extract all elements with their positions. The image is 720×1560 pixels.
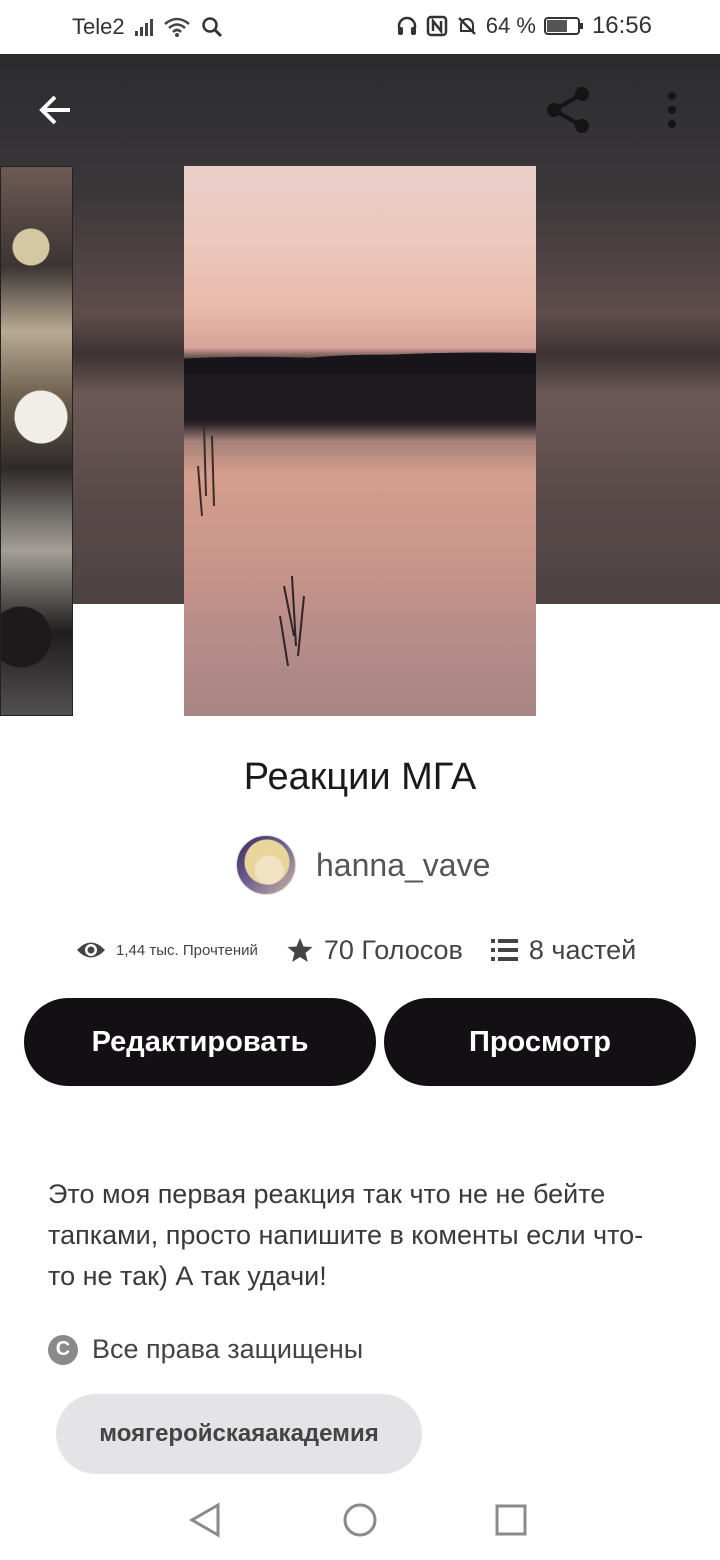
more-options-button[interactable] [640,78,704,142]
reads-count: 1,44 тыс. Прочтений [116,941,258,959]
eye-icon [77,942,105,958]
list-icon [490,939,518,961]
story-stats: 1,44 тыс. Прочтений 70 Голосов 8 частей [76,928,636,972]
triangle-back-icon [188,1502,220,1538]
back-button[interactable] [24,78,88,142]
author-name: hanna_vave [316,846,491,883]
edit-button[interactable]: Редактировать [24,998,376,1086]
previous-story-cover[interactable] [0,166,73,716]
story-details-screen: Tele2 64 % 16:56 Реакции МГА hanna_vave … [0,0,720,1560]
system-nav-bar [0,1480,720,1560]
author-link[interactable]: hanna_vave [236,834,490,896]
clock: 16:56 [591,12,652,39]
wifi-icon [163,17,190,37]
search-icon [201,17,222,38]
signal-icon [134,18,153,36]
arrow-left-icon [39,95,70,125]
view-button[interactable]: Просмотр [384,998,696,1086]
square-recents-icon [495,1504,527,1536]
circle-home-icon [343,1503,377,1537]
reads-stat: 1,44 тыс. Прочтений [76,939,258,961]
nfc-icon [426,15,448,37]
story-title: Реакции МГА [243,756,477,798]
nav-home-button[interactable] [335,1498,385,1542]
battery-percent: 64 % [485,13,536,38]
nav-recents-button[interactable] [486,1498,536,1542]
share-button[interactable] [536,78,600,142]
story-description: Это моя первая реакция так что не не бей… [48,1179,644,1291]
copyright-icon: C [48,1334,78,1365]
votes-stat: 70 Голосов [286,935,463,966]
headphones-icon [397,16,417,35]
share-icon [547,87,589,133]
more-vertical-icon [668,92,676,128]
status-right: 64 % 16:56 [396,12,652,40]
mute-bell-icon [457,17,476,35]
status-left: Tele2 [72,14,223,40]
cover-reeds [197,425,305,667]
votes-count: 70 Голосов [323,934,463,965]
nav-back-button[interactable] [180,1498,230,1542]
copyright-notice: C Все права защищены [48,1334,363,1365]
status-bar: Tele2 64 % 16:56 [0,0,720,54]
carrier-name: Tele2 [72,14,125,39]
copyright-label: Все права защищены [92,1334,364,1364]
star-icon [287,938,313,962]
parts-count: 8 частей [528,934,637,965]
author-avatar [236,835,296,895]
story-tag[interactable]: моягеройскаяакадемия [56,1394,422,1474]
battery-icon [543,17,583,35]
parts-stat: 8 частей [490,934,637,966]
story-cover-image [184,166,536,716]
